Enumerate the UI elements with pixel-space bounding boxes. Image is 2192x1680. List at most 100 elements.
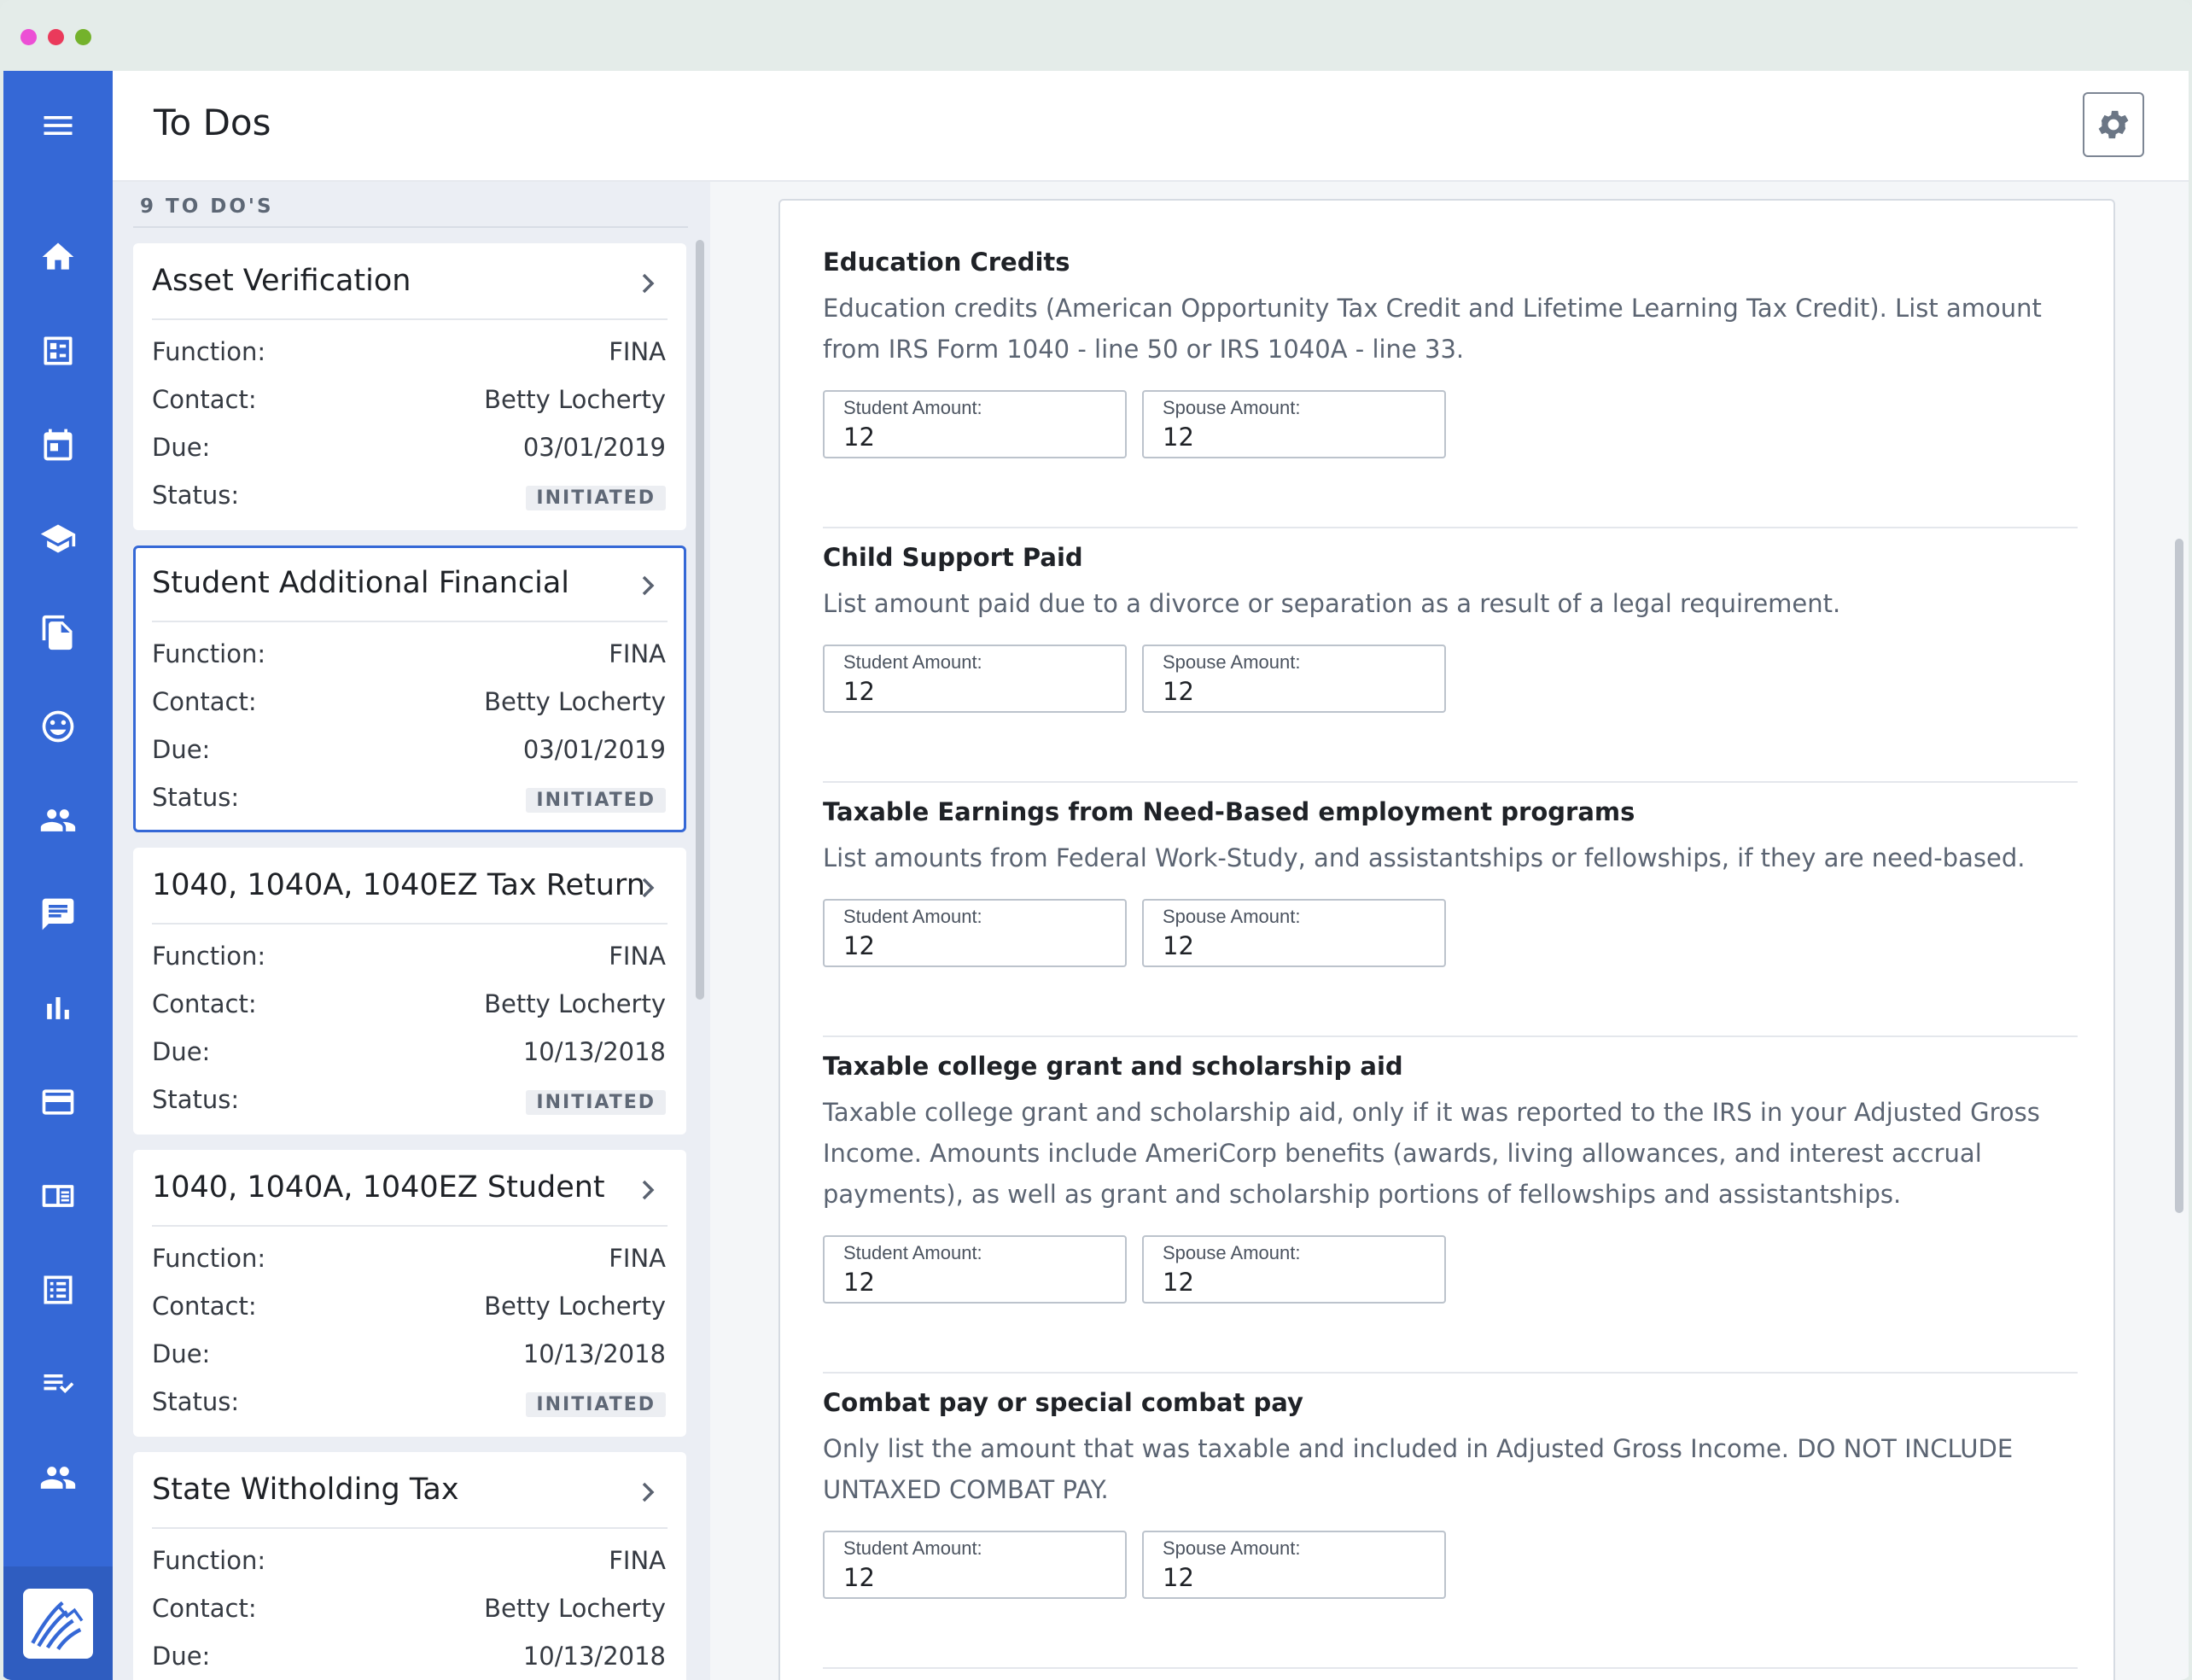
section-description: List amount paid due to a divorce or sep…	[823, 589, 1841, 618]
contact-label: Contact:	[152, 385, 257, 414]
function-value: FINA	[609, 639, 666, 668]
status-label: Status:	[152, 1085, 240, 1114]
todo-card-tax-return[interactable]: 1040, 1040A, 1040EZ Tax Return Function:…	[133, 848, 686, 1135]
chevron-right-icon	[637, 1177, 659, 1203]
section-description: List amounts from Federal Work-Study, an…	[823, 843, 2026, 872]
function-value: FINA	[609, 1546, 666, 1575]
people-icon[interactable]	[38, 800, 79, 841]
function-label: Function:	[152, 1244, 266, 1273]
contact-value: Betty Locherty	[484, 989, 666, 1018]
student-amount-input[interactable]	[843, 677, 1099, 706]
todo-card-state-witholding-tax[interactable]: State Witholding Tax Function: FINA Conta…	[133, 1452, 686, 1680]
status-label: Status:	[152, 1387, 240, 1416]
spouse-amount-input[interactable]	[1163, 423, 1419, 452]
card-divider	[152, 621, 668, 622]
spouse-amount-input[interactable]	[1163, 931, 1419, 960]
student-amount-field[interactable]: Student Amount:	[823, 390, 1127, 458]
section-divider	[823, 781, 2078, 783]
student-amount-input[interactable]	[843, 931, 1099, 960]
window-maximize-button[interactable]	[75, 29, 91, 45]
chevron-right-icon	[637, 875, 659, 901]
calendar-icon[interactable]	[38, 424, 79, 465]
student-amount-field[interactable]: Student Amount:	[823, 1235, 1127, 1304]
student-amount-field[interactable]: Student Amount:	[823, 645, 1127, 713]
section-description: Education credits (American Opportunity …	[823, 294, 2042, 364]
chevron-right-icon	[637, 1479, 659, 1505]
todo-card-student-additional-financial[interactable]: Student Additional Financial Function: FI…	[133, 545, 686, 832]
brand-logo[interactable]	[3, 1566, 113, 1680]
todo-card-title: State Witholding Tax	[152, 1473, 459, 1507]
todo-card-tax-return-student[interactable]: 1040, 1040A, 1040EZ Student Function: FIN…	[133, 1150, 686, 1437]
card-divider	[152, 923, 668, 925]
section-title: Combat pay or special combat pay	[823, 1388, 1303, 1417]
todo-card-title: Student Additional Financial	[152, 566, 569, 600]
contact-label: Contact:	[152, 687, 257, 716]
section-title: Education Credits	[823, 248, 1070, 277]
function-value: FINA	[609, 337, 666, 366]
spouse-amount-input[interactable]	[1163, 1268, 1419, 1297]
menu-icon[interactable]	[38, 105, 79, 146]
book-icon[interactable]	[38, 1175, 79, 1216]
home-icon[interactable]	[38, 236, 79, 277]
section-combat-pay: Combat pay or special combat pay Only li…	[823, 1385, 2078, 1599]
list-scrollbar[interactable]	[696, 240, 704, 1000]
student-amount-label: Student Amount:	[843, 397, 982, 418]
todo-card-title: Asset Verification	[152, 264, 411, 298]
dashboard-icon[interactable]	[38, 330, 79, 371]
student-amount-label: Student Amount:	[843, 1242, 982, 1263]
due-value: 03/01/2019	[522, 433, 666, 462]
sidebar-nav	[3, 71, 113, 1680]
status-badge: INITIATED	[526, 486, 666, 510]
function-label: Function:	[152, 942, 266, 971]
function-label: Function:	[152, 639, 266, 668]
spouse-amount-label: Spouse Amount:	[1163, 1242, 1301, 1263]
credit-card-icon[interactable]	[38, 1082, 79, 1123]
people-icon[interactable]	[38, 1457, 79, 1498]
settings-button[interactable]	[2083, 92, 2144, 157]
spouse-amount-input[interactable]	[1163, 1563, 1419, 1592]
function-value: FINA	[609, 1244, 666, 1273]
list-divider	[133, 226, 688, 228]
function-label: Function:	[152, 337, 266, 366]
todo-detail-form: Education Credits Education credits (Ame…	[778, 199, 2115, 1680]
due-value: 10/13/2018	[522, 1339, 666, 1368]
due-label: Due:	[152, 1642, 211, 1671]
contact-value: Betty Locherty	[484, 687, 666, 716]
student-amount-field[interactable]: Student Amount:	[823, 899, 1127, 967]
section-title: Taxable Earnings from Need-Based employm…	[823, 797, 1635, 826]
contact-label: Contact:	[152, 989, 257, 1018]
todo-card-title: 1040, 1040A, 1040EZ Student	[152, 1170, 605, 1205]
spouse-amount-field[interactable]: Spouse Amount:	[1142, 645, 1446, 713]
section-child-support-paid: Child Support Paid List amount paid due …	[823, 540, 2078, 713]
todo-card-asset-verification[interactable]: Asset Verification Function: FINA Contact…	[133, 243, 686, 530]
list-icon[interactable]	[38, 1269, 79, 1310]
student-amount-input[interactable]	[843, 1563, 1099, 1592]
student-amount-input[interactable]	[843, 423, 1099, 452]
section-description: Taxable college grant and scholarship ai…	[823, 1098, 2040, 1209]
bar-chart-icon[interactable]	[38, 988, 79, 1029]
chat-icon[interactable]	[38, 894, 79, 935]
student-amount-field[interactable]: Student Amount:	[823, 1531, 1127, 1599]
contact-value: Betty Locherty	[484, 385, 666, 414]
spouse-amount-input[interactable]	[1163, 677, 1419, 706]
student-amount-label: Student Amount:	[843, 1537, 982, 1559]
documents-icon[interactable]	[38, 612, 79, 653]
section-need-based-earnings: Taxable Earnings from Need-Based employm…	[823, 795, 2078, 967]
card-divider	[152, 1527, 668, 1529]
section-college-grant-aid: Taxable college grant and scholarship ai…	[823, 1049, 2078, 1304]
student-amount-input[interactable]	[843, 1268, 1099, 1297]
spouse-amount-field[interactable]: Spouse Amount:	[1142, 1235, 1446, 1304]
card-divider	[152, 318, 668, 320]
app-window: To Dos 9 TO DO'S Asset Verification Func…	[0, 0, 2192, 1680]
spouse-amount-field[interactable]: Spouse Amount:	[1142, 899, 1446, 967]
window-minimize-button[interactable]	[48, 29, 64, 45]
window-close-button[interactable]	[20, 29, 37, 45]
graduation-cap-icon[interactable]	[38, 518, 79, 559]
function-value: FINA	[609, 942, 666, 971]
section-divider	[823, 1372, 2078, 1374]
checklist-icon[interactable]	[38, 1363, 79, 1404]
detail-scrollbar[interactable]	[2175, 539, 2183, 1213]
spouse-amount-field[interactable]: Spouse Amount:	[1142, 1531, 1446, 1599]
spouse-amount-field[interactable]: Spouse Amount:	[1142, 390, 1446, 458]
smiley-icon[interactable]	[38, 706, 79, 747]
